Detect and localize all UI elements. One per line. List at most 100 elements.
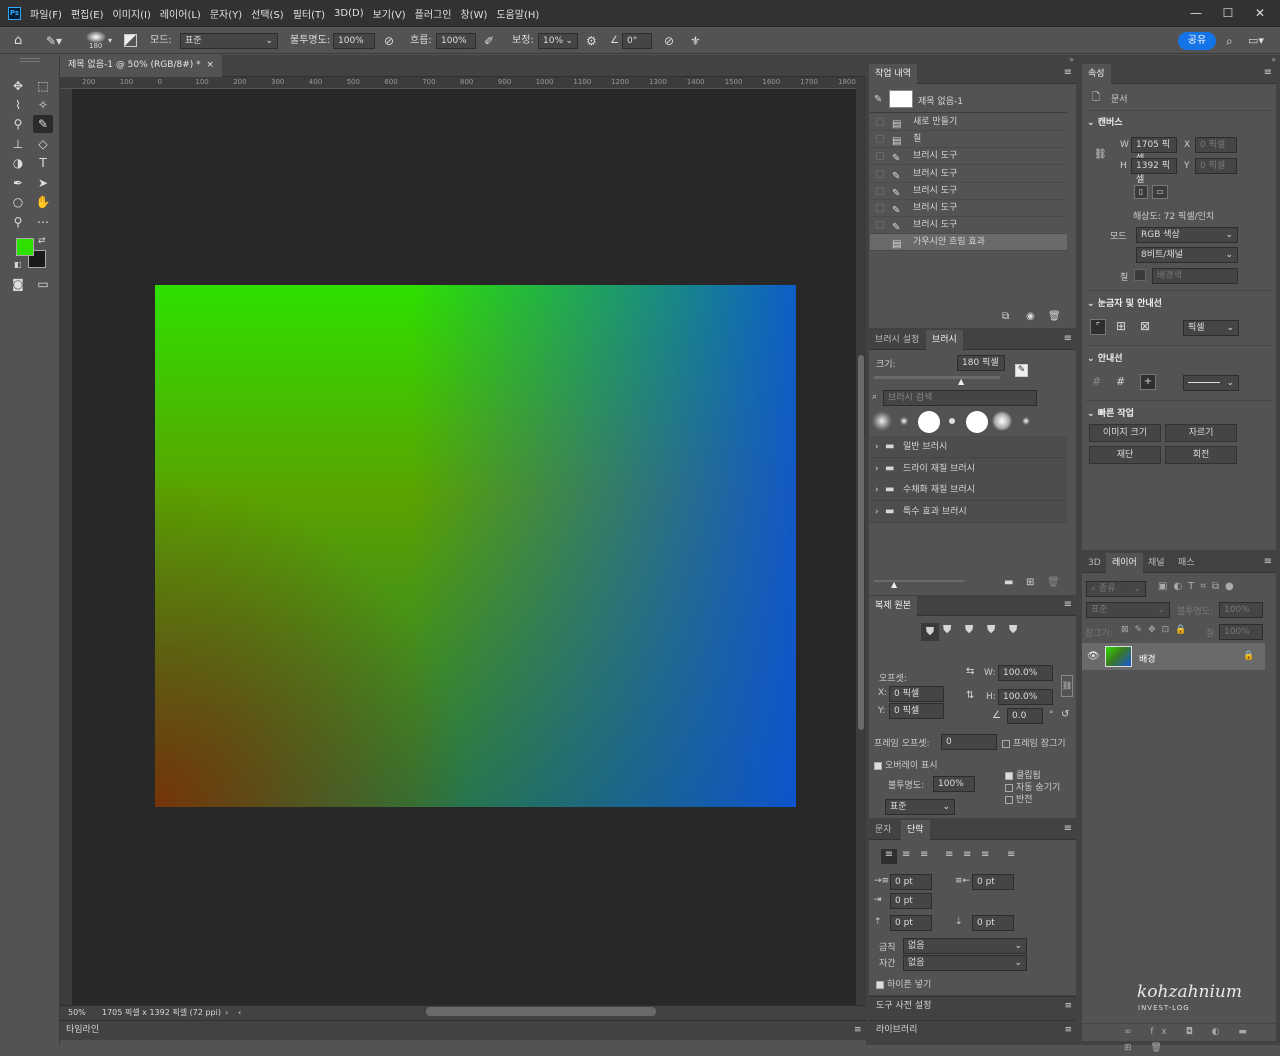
chevron-right-icon[interactable]: ›	[875, 501, 879, 523]
history-brush-source-checkbox[interactable]	[876, 238, 884, 247]
layer-fill-input[interactable]: 100%	[1219, 624, 1263, 640]
workspace-icon[interactable]: ▭▾	[1248, 33, 1264, 49]
document-tab[interactable]: 제목 없음-1 @ 50% (RGB/8#) * ×	[60, 55, 222, 77]
new-doc-from-state-icon[interactable]: ⧉	[1002, 311, 1009, 322]
brush-folder[interactable]: › ▬ 수채화 재질 브러시	[870, 479, 1067, 502]
brush-folder[interactable]: › ▬ 드라이 재질 브러시	[870, 457, 1067, 480]
brush-folder[interactable]: › ▬ 특수 효과 브러시	[870, 501, 1067, 524]
space-after-input[interactable]: 0 pt	[972, 915, 1014, 931]
smoothing-input[interactable]: 10% ⌄	[538, 33, 578, 49]
screen-mode-icon[interactable]: ▭	[33, 275, 53, 293]
layer-filter-select[interactable]: ⌕ 종류 ⌄	[1086, 581, 1146, 597]
history-item[interactable]: ▤ 칠	[870, 131, 1067, 149]
magic-wand-tool-icon[interactable]: ✧	[33, 96, 53, 114]
history-brush-source-checkbox[interactable]	[876, 135, 884, 144]
layer-filter-icons[interactable]: ▣◐T⌗⧉●	[1158, 581, 1240, 592]
stamp-tool-icon[interactable]: ⊥	[8, 135, 28, 153]
maximize-button[interactable]: ☐	[1218, 4, 1238, 22]
reset-transform-icon[interactable]: ↺	[1061, 709, 1069, 720]
search-icon[interactable]: ⌕	[1226, 33, 1233, 49]
zoom-level[interactable]: 50%	[68, 1006, 86, 1019]
menu-item-1[interactable]: 편집(E)	[71, 6, 104, 21]
tab-channels[interactable]: 채널	[1142, 553, 1171, 573]
menu-item-0[interactable]: 파일(F)	[30, 6, 62, 21]
brush-size-input[interactable]: 180 픽셀	[957, 355, 1005, 371]
panel-menu-icon[interactable]: ≡	[1264, 556, 1272, 567]
vertical-scroll-thumb[interactable]	[858, 355, 864, 730]
overlay-opacity-input[interactable]: 100%	[933, 776, 975, 792]
grid-icon[interactable]: ⊞	[1116, 319, 1126, 333]
history-item[interactable]: ✎ 브러시 도구	[870, 217, 1067, 235]
panel-menu-icon[interactable]: ≡	[1264, 67, 1272, 78]
canvas-section-title[interactable]: ⌄ 캔버스	[1087, 115, 1123, 128]
trash-icon[interactable]: 🗑	[1047, 577, 1060, 588]
history-item[interactable]: ▤ 가우시안 흐림 효과	[870, 234, 1067, 252]
clone-source-1-icon[interactable]: ⛊	[921, 623, 939, 641]
camera-icon[interactable]: ◉	[1026, 311, 1035, 322]
trash-icon[interactable]: 🗑	[1048, 311, 1061, 322]
clone-source-4-icon[interactable]: ⛊	[987, 623, 995, 637]
scale-h-input[interactable]: 100.0%	[998, 689, 1053, 705]
fill-swatch[interactable]	[1134, 269, 1146, 281]
color-mode-select[interactable]: RGB 색상 ⌄	[1136, 227, 1238, 243]
chevron-right-icon[interactable]: ›	[875, 436, 879, 458]
link-icon[interactable]: ⛓	[1094, 149, 1107, 160]
history-brush-source-checkbox[interactable]	[876, 118, 884, 126]
home-icon[interactable]: ⌂	[14, 33, 22, 49]
brush-preset-small-soft[interactable]	[1022, 417, 1030, 425]
bit-depth-select[interactable]: 8비트/채널 ⌄	[1136, 247, 1238, 263]
eraser-tool-icon[interactable]: ◇	[33, 135, 53, 153]
history-brush-source-icon[interactable]: ✎	[874, 94, 882, 105]
layer-blend-select[interactable]: 표준 ⌄	[1086, 602, 1170, 618]
trim-button[interactable]: 재단	[1089, 446, 1161, 464]
rotate-button[interactable]: 회전	[1165, 446, 1237, 464]
tab-brushes[interactable]: 브러시	[926, 330, 963, 350]
pixel-grid-icon[interactable]: ⊠	[1140, 319, 1150, 333]
zoom-tool-icon[interactable]: ⚲	[8, 213, 28, 231]
offset-x-input[interactable]: 0 픽셀	[889, 686, 944, 702]
align-right-icon[interactable]: ≡	[920, 849, 928, 860]
indent-first-input[interactable]: 0 pt	[890, 893, 932, 909]
quick-actions-section-title[interactable]: ⌄ 빠른 작업	[1087, 406, 1134, 419]
document-info[interactable]: 1705 픽셀 x 1392 픽셀 (72 ppi)	[102, 1006, 221, 1019]
brush-folder[interactable]: › ▬ 일반 브러시	[870, 436, 1067, 458]
lock-icons[interactable]: ⊠✎✥⊡🔒	[1121, 625, 1192, 635]
chevron-right-icon[interactable]: ›	[225, 1006, 228, 1019]
history-item[interactable]: ✎ 브러시 도구	[870, 200, 1067, 217]
brush-preset-hard-large[interactable]	[966, 411, 988, 433]
brush-preset-soft-large[interactable]	[992, 411, 1012, 431]
tab-3d[interactable]: 3D	[1082, 553, 1107, 573]
clone-source-5-icon[interactable]: ⛊	[1009, 623, 1017, 637]
crop-button[interactable]: 자르기	[1165, 424, 1237, 442]
slider-handle-icon[interactable]: ▲	[891, 580, 897, 589]
guides-icon[interactable]: #	[1092, 375, 1101, 388]
link-icon[interactable]: ⛓	[1061, 675, 1073, 697]
thumbnail-size-slider[interactable]	[874, 580, 964, 582]
menu-item-8[interactable]: 보기(V)	[373, 6, 406, 21]
close-button[interactable]: ✕	[1250, 4, 1270, 22]
libraries-panel[interactable]: 라이브러리 ≡	[869, 1020, 1076, 1040]
fill-select[interactable]: 배경색	[1152, 268, 1238, 284]
vertical-scrollbar[interactable]	[856, 77, 866, 1005]
layer-thumbnail[interactable]	[1105, 646, 1132, 667]
chevron-down-icon[interactable]: ▾	[108, 33, 112, 49]
justify-left-icon[interactable]: ≡	[945, 849, 953, 860]
menu-item-11[interactable]: 도움말(H)	[496, 6, 539, 21]
guide-color-select[interactable]: ⌄	[1183, 375, 1239, 391]
history-item[interactable]: ▤ 새로 만들기	[870, 114, 1067, 131]
tab-character[interactable]: 문자	[869, 820, 898, 840]
image-size-button[interactable]: 이미지 크기	[1089, 424, 1161, 442]
document-image[interactable]	[155, 285, 796, 807]
layer-name[interactable]: 배경	[1139, 652, 1156, 665]
panel-menu-icon[interactable]: ≡	[1064, 333, 1072, 344]
brush-preset-soft[interactable]	[872, 411, 892, 431]
history-brush-source-checkbox[interactable]	[876, 204, 884, 212]
align-center-icon[interactable]: ≡	[902, 849, 910, 860]
mojikumi-select[interactable]: 없음 ⌄	[903, 955, 1027, 971]
tab-paragraph[interactable]: 단락	[901, 820, 930, 840]
guides-section-title[interactable]: ⌄ 안내선	[1087, 351, 1123, 364]
panel-menu-icon[interactable]: ≡	[1064, 599, 1072, 610]
brush-preset-hard[interactable]	[918, 411, 940, 433]
pen-tool-icon[interactable]: ✒	[8, 174, 28, 192]
rulers-section-title[interactable]: ⌄ 눈금자 및 안내선	[1087, 296, 1162, 309]
